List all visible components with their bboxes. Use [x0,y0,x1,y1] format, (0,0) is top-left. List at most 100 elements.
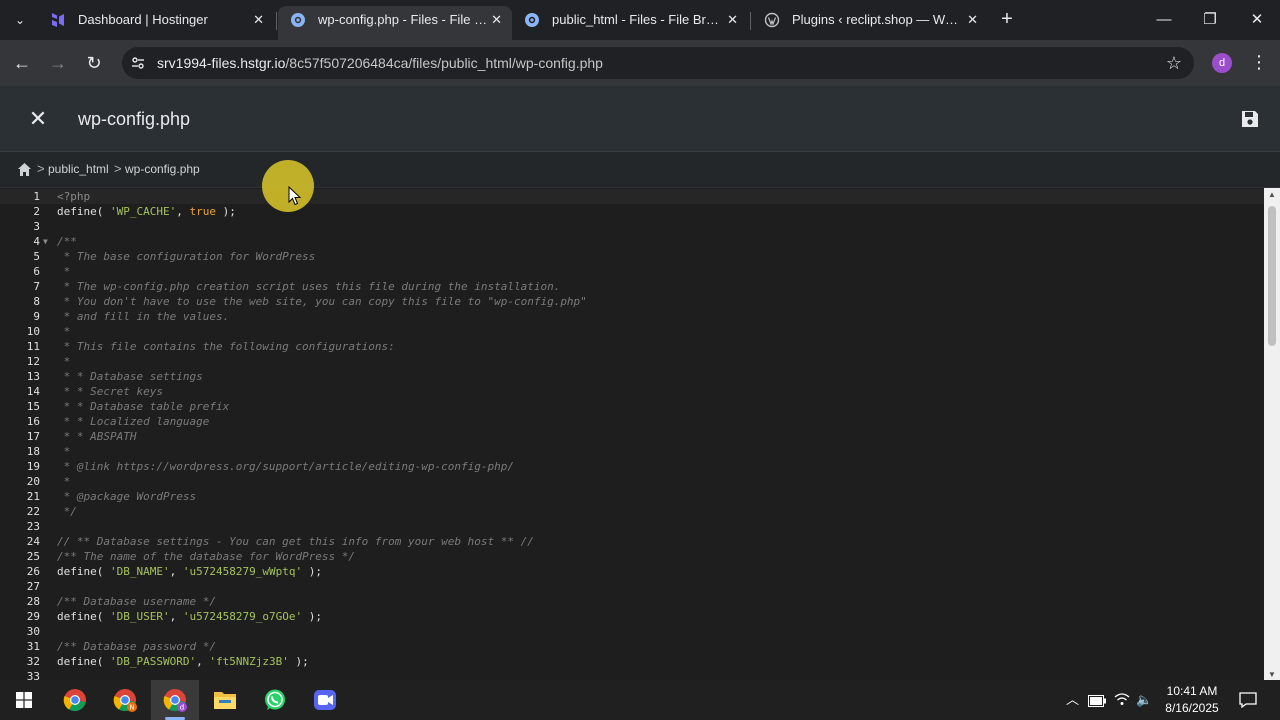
tab-dashboard-hostinger[interactable]: Dashboard | Hostinger ✕ [38,6,274,40]
code-line[interactable]: 8 * You don't have to use the web site, … [0,294,1264,309]
code-editor[interactable]: 1 <?php 2 define( 'WP_CACHE', true ); 3 4 ▼ /**… [0,188,1264,680]
editor-scrollbar[interactable]: ▲ ▼ [1264,188,1280,680]
tab-wp-config[interactable]: wp-config.php - Files - File Browser ✕ [278,6,512,40]
code-text: define( 'DB_PASSWORD', 'ft5NNZjz3B' ); [57,655,309,668]
code-line[interactable]: 11 * This file contains the following co… [0,339,1264,354]
tab-plugins-wordpress[interactable]: Plugins ‹ reclipt.shop — WordPress ✕ [752,6,988,40]
line-number: 19 [26,460,40,473]
file-explorer-icon [214,692,236,709]
line-number: 11 [26,340,40,353]
arrow-right-icon: → [49,53,67,73]
scroll-down-arrow-icon[interactable]: ▼ [1268,670,1276,679]
code-line[interactable]: 10 * [0,324,1264,339]
globe-icon [290,12,306,28]
line-number: 30 [26,625,40,638]
browser-menu-icon[interactable]: ⋮ [1250,50,1268,74]
code-line[interactable]: 1 <?php [0,189,1264,204]
code-line[interactable]: 4 ▼ /** [0,234,1264,249]
code-line[interactable]: 16 * * Localized language [0,414,1264,429]
forward-button[interactable]: → [44,49,72,77]
code-line[interactable]: 14 * * Secret keys [0,384,1264,399]
line-number: 26 [26,565,40,578]
battery-icon[interactable] [1088,693,1106,713]
code-line[interactable]: 25 /** The name of the database for WordP… [0,549,1264,564]
tab-public-html[interactable]: public_html - Files - File Browser ✕ [512,6,748,40]
video-app-icon [314,690,336,710]
taskbar-chrome-profile-d[interactable]: d [151,680,199,720]
line-number: 1 [33,190,40,203]
line-number: 21 [26,490,40,503]
code-line[interactable]: 18 * [0,444,1264,459]
code-line[interactable]: 3 [0,219,1264,234]
bookmark-star-icon[interactable]: ☆ [1166,53,1182,73]
notification-icon[interactable] [1238,690,1258,710]
breadcrumb-public-html[interactable]: public_html [48,152,109,186]
tray-chevron-icon[interactable]: ︿ [1066,690,1079,710]
fold-toggle-icon[interactable]: ▼ [43,234,48,249]
close-window-button[interactable]: ✕ [1234,6,1280,34]
url-host: srv1994-files.hstgr.io [157,55,286,71]
code-line[interactable]: 21 * @package WordPress [0,489,1264,504]
code-line[interactable]: 19 * @link https://wordpress.org/support… [0,459,1264,474]
system-clock[interactable]: 10:41 AM 8/16/2025 [1150,683,1234,717]
scrollbar-thumb[interactable] [1268,206,1276,346]
back-button[interactable]: ← [8,49,36,77]
code-line[interactable]: 17 * * ABSPATH [0,429,1264,444]
code-line[interactable]: 31 /** Database password */ [0,639,1264,654]
address-bar[interactable]: srv1994-files.hstgr.io/8c57f507206484ca/… [122,47,1194,79]
save-icon[interactable] [1240,109,1260,129]
reload-button[interactable]: ↻ [80,49,108,77]
wifi-icon[interactable] [1114,692,1130,712]
code-text: * [57,355,71,368]
code-line[interactable]: 23 [0,519,1264,534]
breadcrumb-wp-config[interactable]: wp-config.php [125,152,200,186]
code-line[interactable]: 9 * and fill in the values. [0,309,1264,324]
site-info-icon[interactable] [130,55,146,71]
close-icon[interactable]: ✕ [727,6,738,34]
arrow-left-icon: ← [13,53,31,73]
code-line[interactable]: 33 [0,669,1264,680]
mouse-pointer-icon [288,186,302,206]
code-line[interactable]: 12 * [0,354,1264,369]
code-line[interactable]: 26 define( 'DB_NAME', 'u572458279_wWptq' … [0,564,1264,579]
taskbar-video-app[interactable] [301,680,349,720]
code-line[interactable]: 5 * The base configuration for WordPress [0,249,1264,264]
taskbar-chrome[interactable] [51,680,99,720]
taskbar-chrome-profile-n[interactable]: N [101,680,149,720]
code-line[interactable]: 13 * * Database settings [0,369,1264,384]
close-icon: ✕ [28,106,48,131]
tab-search-button[interactable]: ⌄ [8,8,32,32]
close-icon[interactable]: ✕ [967,6,978,34]
close-editor-button[interactable]: ✕ [26,107,50,131]
close-icon[interactable]: ✕ [253,6,264,34]
home-icon[interactable] [17,162,32,177]
close-icon[interactable]: ✕ [491,6,502,34]
code-line[interactable]: 30 [0,624,1264,639]
code-line[interactable]: 7 * The wp-config.php creation script us… [0,279,1264,294]
code-line[interactable]: 2 define( 'WP_CACHE', true ); [0,204,1264,219]
code-line[interactable]: 20 * [0,474,1264,489]
url-text[interactable]: srv1994-files.hstgr.io/8c57f507206484ca/… [157,47,603,79]
new-tab-button[interactable]: + [996,8,1018,30]
scroll-up-arrow-icon[interactable]: ▲ [1268,190,1276,199]
code-text: * [57,445,71,458]
code-line[interactable]: 28 /** Database username */ [0,594,1264,609]
taskbar-whatsapp[interactable] [251,680,299,720]
globe-icon [524,12,540,28]
code-line[interactable]: 15 * * Database table prefix [0,399,1264,414]
taskbar-file-explorer[interactable] [201,680,249,720]
minimize-button[interactable]: — [1141,6,1187,34]
code-line[interactable]: 24 // ** Database settings - You can get … [0,534,1264,549]
windows-start-icon[interactable] [16,692,32,708]
code-line[interactable]: 29 define( 'DB_USER', 'u572458279_o7GOe' … [0,609,1264,624]
restore-button[interactable]: ❐ [1187,6,1233,34]
profile-avatar[interactable]: d [1212,53,1232,73]
code-line[interactable]: 22 */ [0,504,1264,519]
code-text: /** The name of the database for WordPre… [57,550,356,563]
code-line[interactable]: 27 [0,579,1264,594]
tab-title: public_html - Files - File Browser [552,12,722,27]
browser-toolbar: ← → ↻ srv1994-files.hstgr.io/8c57f507206… [0,40,1280,86]
code-line[interactable]: 32 define( 'DB_PASSWORD', 'ft5NNZjz3B' ); [0,654,1264,669]
code-line[interactable]: 6 * [0,264,1264,279]
chevron-down-icon: ⌄ [14,13,26,27]
